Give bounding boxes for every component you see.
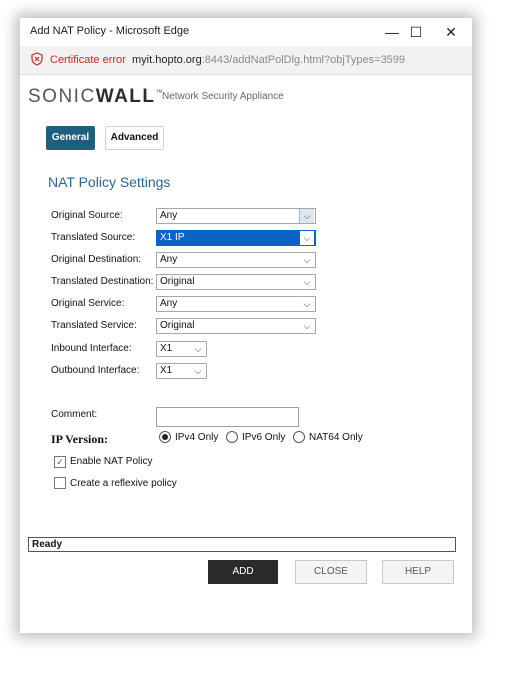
- comment-input[interactable]: [156, 407, 299, 427]
- status-bar: Ready: [28, 537, 456, 552]
- chevron-down-icon: ⌵: [194, 366, 202, 376]
- inbound-interface-label: Inbound Interface:: [51, 343, 132, 354]
- certificate-error-label[interactable]: Certificate error: [50, 54, 126, 66]
- certificate-error-icon[interactable]: [30, 52, 44, 66]
- logo-light: SONIC: [28, 86, 96, 107]
- translated-destination-value: Original: [160, 276, 195, 287]
- sonicwall-logo: SONICWALL™: [28, 86, 164, 108]
- chevron-down-icon: ⌵: [299, 209, 314, 223]
- minimize-button[interactable]: —: [381, 22, 403, 42]
- radio-ipv4-label[interactable]: IPv4 Only: [175, 432, 218, 443]
- radio-ipv6-only[interactable]: [226, 431, 238, 443]
- original-source-label: Original Source:: [51, 210, 123, 221]
- inbound-interface-select[interactable]: X1 ⌵: [156, 341, 207, 357]
- radio-nat64-only[interactable]: [293, 431, 305, 443]
- close-window-button[interactable]: ✕: [440, 22, 462, 42]
- inbound-interface-value: X1: [160, 343, 173, 354]
- tagline: Network Security Appliance: [162, 91, 284, 102]
- close-button[interactable]: CLOSE: [295, 560, 367, 584]
- chevron-down-icon: ⌵: [300, 231, 314, 245]
- dialog-window: Add NAT Policy - Microsoft Edge — ☐ ✕ Ce…: [20, 18, 472, 633]
- help-button[interactable]: HELP: [382, 560, 454, 584]
- url-host: myit.hopto.org: [132, 54, 202, 66]
- radio-nat64-label[interactable]: NAT64 Only: [309, 432, 363, 443]
- original-source-select[interactable]: Any ⌵: [156, 208, 316, 224]
- comment-label: Comment:: [51, 409, 98, 420]
- original-destination-label: Original Destination:: [51, 254, 142, 265]
- translated-source-value: X1 IP: [160, 232, 185, 243]
- radio-ipv6-label[interactable]: IPv6 Only: [242, 432, 285, 443]
- translated-destination-select[interactable]: Original ⌵: [156, 274, 316, 290]
- chevron-down-icon: ⌵: [303, 299, 311, 309]
- tab-advanced[interactable]: Advanced: [105, 126, 164, 150]
- translated-service-value: Original: [160, 320, 195, 331]
- chevron-down-icon: ⌵: [303, 321, 311, 331]
- address-bar: Certificate error myit.hopto.org:8443/ad…: [20, 46, 472, 75]
- window-title: Add NAT Policy - Microsoft Edge: [30, 25, 190, 37]
- section-title: NAT Policy Settings: [48, 174, 171, 190]
- original-service-value: Any: [160, 298, 178, 309]
- logo-bold: WALL: [95, 86, 156, 107]
- enable-nat-label[interactable]: Enable NAT Policy: [70, 456, 152, 467]
- outbound-interface-select[interactable]: X1 ⌵: [156, 363, 207, 379]
- original-source-value: Any: [160, 210, 178, 221]
- add-button[interactable]: ADD: [208, 560, 278, 584]
- enable-nat-checkbox[interactable]: ✓: [54, 456, 66, 468]
- chevron-down-icon: ⌵: [303, 255, 311, 265]
- radio-ipv4-only[interactable]: [159, 431, 171, 443]
- outbound-interface-value: X1: [160, 365, 173, 376]
- url-path: :8443/addNatPolDlg.html?objTypes=3599: [201, 54, 406, 66]
- tab-general[interactable]: General: [46, 126, 95, 150]
- translated-service-select[interactable]: Original ⌵: [156, 318, 316, 334]
- translated-source-label: Translated Source:: [51, 232, 136, 243]
- outbound-interface-label: Outbound Interface:: [51, 365, 140, 376]
- translated-service-label: Translated Service:: [51, 320, 137, 331]
- chevron-down-icon: ⌵: [194, 344, 202, 354]
- reflexive-policy-checkbox[interactable]: [54, 477, 66, 489]
- translated-source-select[interactable]: X1 IP ⌵: [156, 230, 316, 246]
- original-destination-select[interactable]: Any ⌵: [156, 252, 316, 268]
- url-text[interactable]: myit.hopto.org:8443/addNatPolDlg.html?ob…: [132, 54, 405, 66]
- ip-version-label: IP Version:: [51, 432, 109, 446]
- reflexive-policy-label[interactable]: Create a reflexive policy: [70, 478, 177, 489]
- maximize-button[interactable]: ☐: [405, 22, 427, 42]
- original-service-label: Original Service:: [51, 298, 125, 309]
- original-service-select[interactable]: Any ⌵: [156, 296, 316, 312]
- translated-destination-label: Translated Destination:: [51, 276, 154, 287]
- title-bar: Add NAT Policy - Microsoft Edge — ☐ ✕: [20, 18, 472, 46]
- original-destination-value: Any: [160, 254, 178, 265]
- chevron-down-icon: ⌵: [303, 277, 311, 287]
